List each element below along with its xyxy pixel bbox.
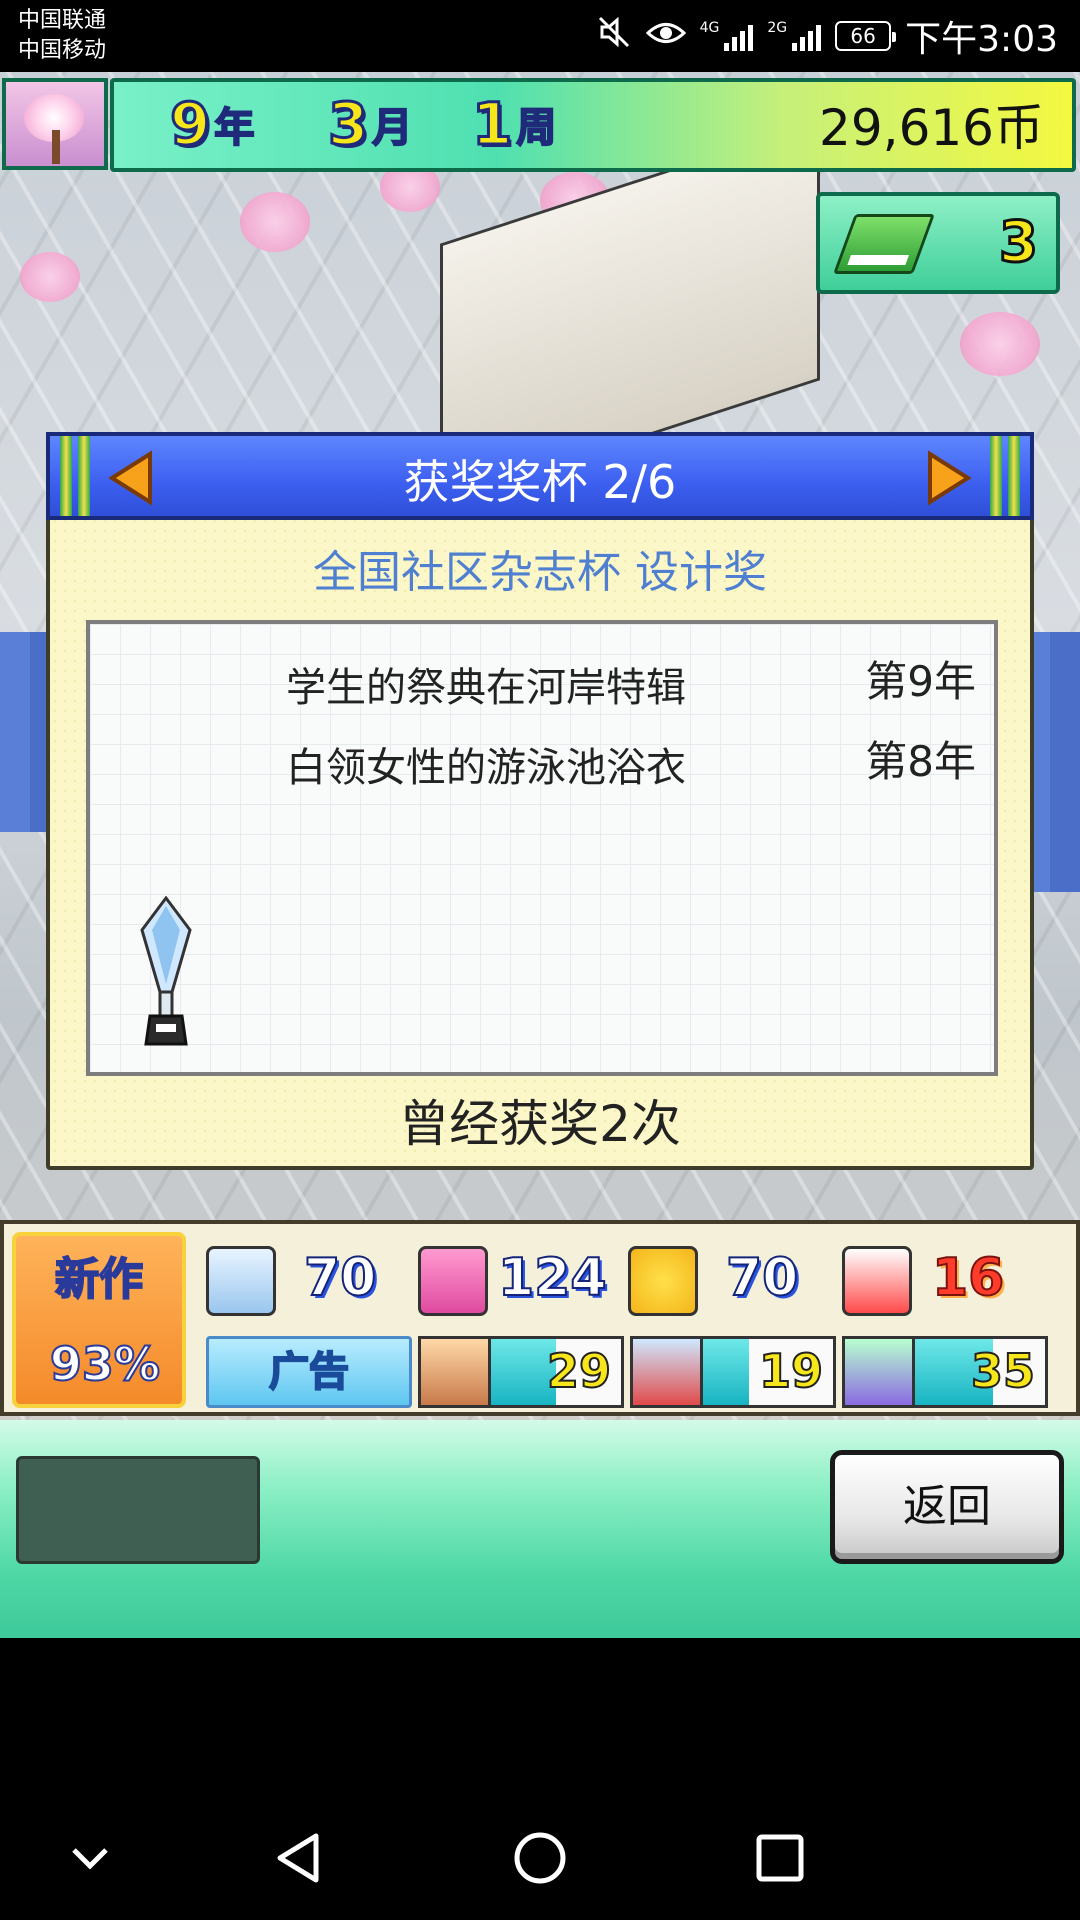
new-work-button[interactable]: 新作 93% bbox=[12, 1232, 186, 1408]
date-bar: 9 年 3 月 1 周 29,616币 bbox=[110, 78, 1076, 172]
entry-title: 白领女性的游泳池浴衣 bbox=[286, 745, 686, 791]
award-summary: 曾经获奖2次 bbox=[399, 1095, 681, 1153]
stat-value: 70 bbox=[725, 1247, 799, 1309]
meter-value: 19 bbox=[758, 1343, 824, 1399]
clock: 下午3:03 bbox=[905, 19, 1058, 60]
disabled-button bbox=[16, 1456, 260, 1564]
top-bar: 9 年 3 月 1 周 29,616币 bbox=[0, 78, 1080, 174]
tree-decoration bbox=[960, 312, 1040, 376]
entry-year: 第8年 bbox=[865, 737, 976, 786]
staff-meter-3[interactable]: 35 bbox=[842, 1336, 1048, 1408]
back-button[interactable]: 返回 bbox=[830, 1450, 1064, 1564]
recents-square-icon[interactable] bbox=[740, 1818, 820, 1898]
camera-icon bbox=[418, 1246, 488, 1316]
document-icon bbox=[206, 1246, 276, 1316]
system-nav-bar bbox=[0, 1638, 1080, 1920]
carrier-1: 中国联通 bbox=[18, 8, 107, 33]
smiley-icon bbox=[628, 1246, 698, 1316]
date-year: 9 年 bbox=[168, 90, 255, 158]
stats-panel: 新作 93% 70 124 70 16 广告 29 19 35 bbox=[0, 1220, 1080, 1416]
bottom-action-bar: 返回 bbox=[0, 1420, 1080, 1638]
dialog-title: 获奖奖杯 2/6 bbox=[403, 455, 677, 509]
date-month: 3 月 bbox=[326, 90, 413, 158]
award-list: 学生的祭典在河岸特辑 第9年 白领女性的游泳池浴衣 第8年 bbox=[86, 620, 998, 1076]
list-item: 白领女性的游泳池浴衣 第8年 bbox=[286, 737, 976, 800]
robot-icon bbox=[845, 1339, 915, 1405]
stat-value: 70 bbox=[303, 1247, 377, 1309]
list-item: 学生的祭典在河岸特辑 第9年 bbox=[286, 657, 976, 720]
staff-meter-2[interactable]: 19 bbox=[630, 1336, 836, 1408]
stat-value: 16 bbox=[931, 1247, 1005, 1309]
book-counter[interactable]: 3 bbox=[816, 192, 1060, 294]
trophy-dialog: 获奖奖杯 2/6 全国社区杂志杯 设计奖 学生的祭典在河岸特辑 第9年 白领女性… bbox=[46, 432, 1034, 1170]
award-name: 全国社区杂志杯 设计奖 bbox=[313, 547, 767, 598]
money-display: 29,616币 bbox=[819, 99, 1044, 157]
meter-value: 35 bbox=[970, 1343, 1036, 1399]
meter-fill bbox=[703, 1339, 749, 1405]
book-icon bbox=[833, 214, 935, 274]
back-triangle-icon[interactable] bbox=[260, 1818, 340, 1898]
date-week: 1 周 bbox=[470, 90, 557, 158]
battery-icon: 66 bbox=[835, 21, 897, 51]
status-bar: 中国联通 中国移动 4G 2G 66 下午3:03 bbox=[0, 0, 1080, 72]
carrier-2: 中国移动 bbox=[18, 38, 107, 63]
signal-2g-icon: 2G bbox=[767, 21, 822, 51]
chevron-down-icon[interactable] bbox=[50, 1818, 130, 1898]
arcade-icon bbox=[633, 1339, 703, 1405]
season-portrait[interactable] bbox=[2, 78, 108, 170]
tree-decoration bbox=[20, 252, 80, 302]
entry-title: 学生的祭典在河岸特辑 bbox=[286, 665, 686, 711]
new-work-progress: 93% bbox=[49, 1336, 161, 1392]
dialog-header: 获奖奖杯 2/6 bbox=[46, 432, 1034, 520]
ad-button[interactable]: 广告 bbox=[206, 1336, 412, 1408]
entry-year: 第9年 bbox=[865, 657, 976, 706]
mute-icon bbox=[596, 14, 632, 59]
stat-value: 124 bbox=[497, 1247, 608, 1309]
printer-icon bbox=[842, 1246, 912, 1316]
status-icons: 4G 2G 66 下午3:03 bbox=[596, 14, 1058, 60]
new-work-label: 新作 bbox=[54, 1253, 144, 1306]
staff-meter-1[interactable]: 29 bbox=[418, 1336, 624, 1408]
trophy-icon bbox=[134, 895, 198, 1048]
signal-4g-icon: 4G bbox=[700, 21, 754, 51]
ad-label: 广告 bbox=[268, 1348, 350, 1396]
microphone-icon bbox=[421, 1339, 491, 1405]
book-count: 3 bbox=[998, 209, 1040, 277]
eye-icon bbox=[645, 16, 686, 57]
tree-decoration bbox=[240, 192, 310, 252]
back-label: 返回 bbox=[903, 1481, 991, 1532]
meter-value: 29 bbox=[546, 1343, 612, 1399]
next-arrow-icon[interactable] bbox=[922, 450, 974, 506]
home-circle-icon[interactable] bbox=[500, 1818, 580, 1898]
